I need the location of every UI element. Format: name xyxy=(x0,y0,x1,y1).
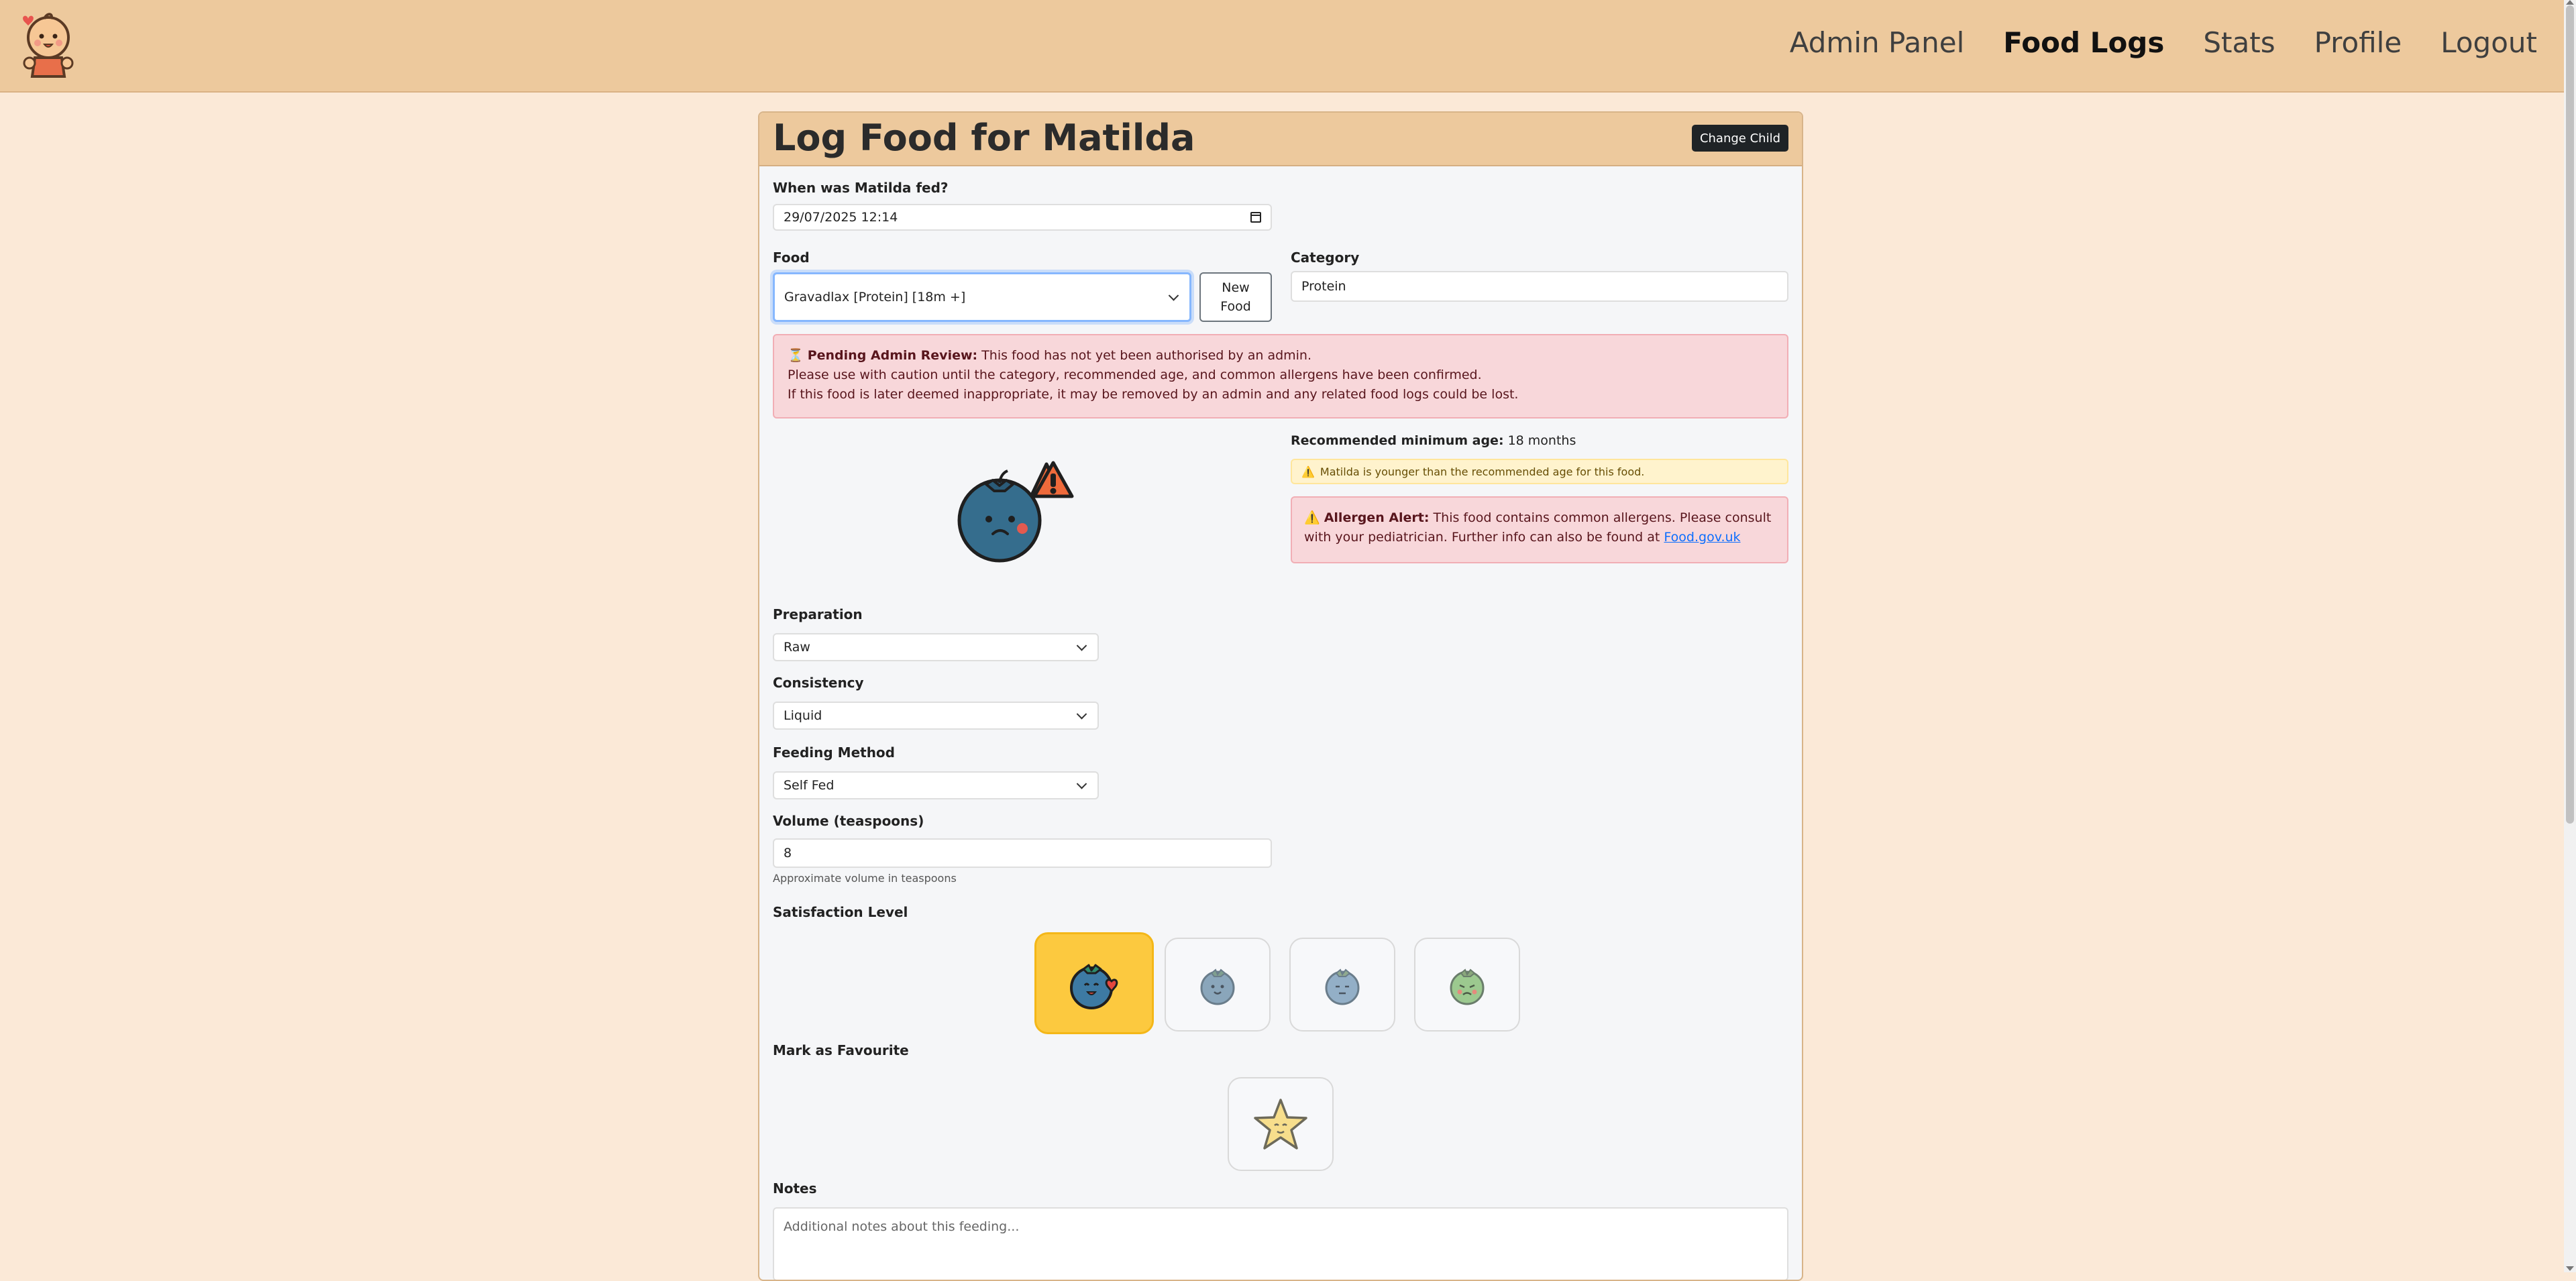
log-food-card: Log Food for Matilda Change Child When w… xyxy=(758,111,1803,1281)
satisfaction-label: Satisfaction Level xyxy=(773,904,908,920)
nav-profile[interactable]: Profile xyxy=(2314,26,2402,59)
recommended-age-label: Recommended minimum age: xyxy=(1291,433,1504,448)
favourite-label: Mark as Favourite xyxy=(773,1042,909,1058)
hourglass-icon: ⏳ xyxy=(788,348,804,363)
dislike-blueberry-icon xyxy=(1450,968,1485,1005)
allergen-warning-icon: ⚠️ xyxy=(1304,510,1320,525)
feeding-method-value: Self Fed xyxy=(784,778,835,793)
food-select[interactable]: Gravadlax [Protein] [18m +] xyxy=(773,272,1191,322)
loving-blueberry-icon xyxy=(1070,964,1118,1009)
favourite-star-button[interactable] xyxy=(1228,1077,1334,1171)
fed-datetime-value: 29/07/2025 12:14 xyxy=(784,210,898,225)
feeding-method-label: Feeding Method xyxy=(773,744,895,761)
scroll-down-arrow-icon[interactable] xyxy=(2566,1266,2574,1271)
fed-datetime-input[interactable]: 29/07/2025 12:14 xyxy=(773,204,1272,231)
consistency-label: Consistency xyxy=(773,675,864,691)
food-select-value: Gravadlax [Protein] [18m +] xyxy=(784,290,966,304)
satisfaction-dislike-button[interactable] xyxy=(1414,938,1520,1032)
child-name: Matilda xyxy=(1042,117,1195,159)
pending-line-2: Please use with caution until the catego… xyxy=(788,368,1482,382)
happy-blueberry-icon xyxy=(1200,968,1235,1005)
nav-links: Admin Panel Food Logs Stats Profile Logo… xyxy=(1751,0,2537,85)
page-title: Log Food for Matilda xyxy=(773,117,1195,159)
chevron-down-icon xyxy=(1076,709,1087,720)
age-warning-text: Matilda is younger than the recommended … xyxy=(1320,465,1645,478)
allergen-alert: ⚠️ Allergen Alert: This food contains co… xyxy=(1291,496,1788,563)
preparation-label: Preparation xyxy=(773,606,863,622)
nav-food-logs[interactable]: Food Logs xyxy=(2003,26,2164,59)
top-navbar: Admin Panel Food Logs Stats Profile Logo… xyxy=(0,0,2564,93)
neutral-blueberry-icon xyxy=(1325,968,1360,1005)
satisfaction-love-button[interactable] xyxy=(1034,932,1154,1034)
volume-value: 8 xyxy=(784,846,792,860)
page-scrollbar[interactable] xyxy=(2564,0,2576,1272)
pending-line-3: If this food is later deemed inappropria… xyxy=(788,387,1519,402)
category-field: Protein xyxy=(1291,271,1788,302)
nav-stats[interactable]: Stats xyxy=(2203,26,2275,59)
baby-logo-icon[interactable] xyxy=(17,9,79,79)
food-gov-link[interactable]: Food.gov.uk xyxy=(1664,530,1740,545)
food-label: Food xyxy=(773,249,810,266)
satisfaction-happy-button[interactable] xyxy=(1165,938,1271,1032)
when-fed-label: When was Matilda fed? xyxy=(773,180,949,196)
consistency-value: Liquid xyxy=(784,708,822,723)
card-header: Log Food for Matilda Change Child xyxy=(759,113,1802,166)
notes-label: Notes xyxy=(773,1180,817,1196)
change-child-button[interactable]: Change Child xyxy=(1691,125,1788,152)
pending-line-1: This food has not yet been authorised by… xyxy=(977,348,1312,363)
volume-input[interactable]: 8 xyxy=(773,838,1272,868)
unverified-food-illustration-icon xyxy=(957,461,1074,563)
chevron-down-icon xyxy=(1076,640,1087,651)
category-value: Protein xyxy=(1301,279,1346,294)
recommended-age: Recommended minimum age: 18 months xyxy=(1291,433,1576,448)
preparation-value: Raw xyxy=(784,640,810,655)
calendar-icon[interactable] xyxy=(1250,212,1261,223)
title-prefix: Log Food for xyxy=(773,117,1030,159)
allergen-title: Allergen Alert: xyxy=(1324,510,1430,525)
scroll-up-arrow-icon[interactable] xyxy=(2566,0,2574,5)
nav-logout[interactable]: Logout xyxy=(2440,26,2537,59)
recommended-age-value: 18 months xyxy=(1503,433,1576,448)
nav-admin-panel[interactable]: Admin Panel xyxy=(1790,26,1965,59)
volume-help-text: Approximate volume in teaspoons xyxy=(773,872,957,885)
new-food-button[interactable]: New Food xyxy=(1199,272,1272,322)
chevron-down-icon xyxy=(1076,779,1087,789)
preparation-select[interactable]: Raw xyxy=(773,633,1099,661)
consistency-select[interactable]: Liquid xyxy=(773,702,1099,730)
warning-icon: ⚠️ xyxy=(1301,465,1315,478)
notes-textarea[interactable] xyxy=(773,1207,1788,1280)
pending-title: Pending Admin Review: xyxy=(807,348,978,363)
star-icon xyxy=(1254,1099,1307,1150)
scroll-thumb[interactable] xyxy=(2566,5,2574,824)
new-food-label-2: Food xyxy=(1220,299,1251,314)
volume-label: Volume (teaspoons) xyxy=(773,813,924,829)
new-food-label-1: New xyxy=(1222,280,1250,295)
feeding-method-select[interactable]: Self Fed xyxy=(773,771,1099,799)
satisfaction-neutral-button[interactable] xyxy=(1289,938,1395,1032)
chevron-down-icon xyxy=(1168,290,1179,301)
pending-review-alert: ⏳ Pending Admin Review: This food has no… xyxy=(773,334,1788,419)
category-label: Category xyxy=(1291,249,1360,266)
age-warning-alert: ⚠️ Matilda is younger than the recommend… xyxy=(1291,459,1788,484)
